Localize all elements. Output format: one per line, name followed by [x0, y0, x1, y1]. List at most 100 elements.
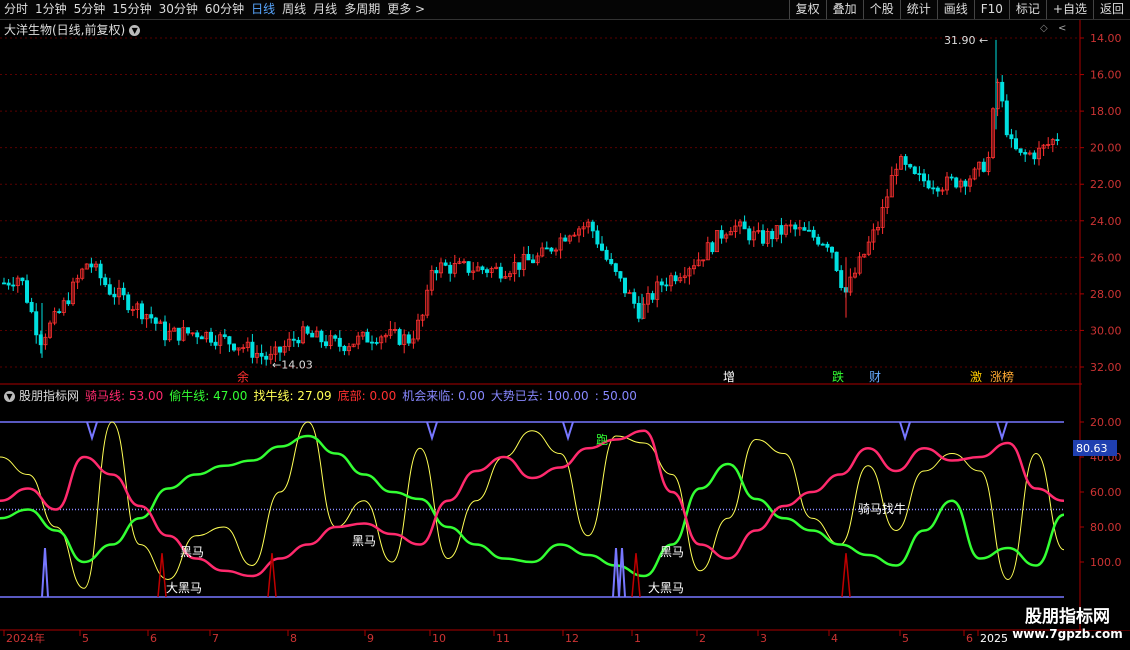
- candle: [572, 232, 577, 237]
- candle: [972, 167, 977, 181]
- candle: [130, 305, 135, 316]
- candle: [889, 166, 894, 198]
- candle: [1050, 137, 1055, 153]
- candle-body: [549, 247, 554, 252]
- candle: [977, 161, 982, 177]
- candle: [314, 326, 319, 338]
- candle: [84, 263, 89, 270]
- candle: [296, 336, 301, 348]
- candle: [397, 327, 402, 346]
- xaxis-label: 11: [496, 632, 510, 645]
- candle-body: [609, 258, 614, 265]
- candle-body: [761, 230, 766, 244]
- bottom-spike: [41, 547, 49, 598]
- candle: [586, 218, 591, 234]
- price-tick-label: 22.00: [1090, 178, 1122, 191]
- candle: [139, 300, 144, 325]
- xaxis-label: 9: [367, 632, 374, 645]
- candle-body: [365, 331, 370, 343]
- candle: [945, 171, 950, 195]
- candle: [756, 222, 761, 234]
- candle: [613, 262, 618, 276]
- xaxis-label: 5: [82, 632, 89, 645]
- candle: [282, 340, 287, 356]
- xaxis-label: 1: [634, 632, 641, 645]
- indicator-params: 骑马线: 53.00 偷牛线: 47.00 找牛线: 27.09 底部: 0.00 机会…: [79, 389, 637, 403]
- candle: [549, 247, 554, 255]
- indicator-param-6: : 50.00: [594, 389, 637, 403]
- ind-tick-label: 20.00: [1090, 416, 1122, 429]
- candle: [181, 319, 186, 342]
- candle: [328, 330, 333, 350]
- candle-body: [839, 270, 844, 288]
- candle-body: [484, 269, 489, 273]
- candle: [609, 253, 614, 266]
- candle-body: [954, 177, 959, 188]
- candle: [678, 272, 683, 283]
- candle: [761, 224, 766, 247]
- event-marker: 跌: [832, 369, 844, 384]
- price-tick-label: 32.00: [1090, 361, 1122, 374]
- candle-body: [650, 293, 655, 300]
- top-notch: [86, 421, 98, 442]
- candle: [438, 258, 443, 278]
- candle: [784, 223, 789, 238]
- candle: [443, 259, 448, 267]
- candle-body: [66, 300, 71, 305]
- event-marker: 增: [723, 370, 735, 384]
- candle: [484, 267, 489, 278]
- candle: [333, 334, 338, 342]
- chevron-down-icon[interactable]: ▼: [4, 391, 15, 402]
- candle: [779, 217, 784, 244]
- candle: [857, 252, 862, 276]
- candle: [498, 262, 503, 283]
- candle: [71, 277, 76, 306]
- candle: [236, 347, 241, 356]
- candle: [627, 289, 632, 295]
- candle-body: [162, 321, 167, 341]
- candle: [48, 320, 53, 339]
- candle: [687, 266, 692, 285]
- candle: [126, 291, 131, 313]
- indicator-annotation: 黑马: [660, 545, 684, 559]
- candle: [1000, 75, 1005, 108]
- candle: [434, 266, 439, 281]
- indicator-param-1: 偷牛线: 47.00: [169, 389, 248, 403]
- candle: [655, 275, 660, 308]
- candle: [425, 284, 430, 319]
- candle: [291, 331, 296, 347]
- indicator-param-5: 大势已去: 100.00: [490, 389, 589, 403]
- candle-body: [112, 293, 117, 298]
- price-tick-label: 18.00: [1090, 105, 1122, 118]
- candle: [600, 236, 605, 252]
- candle-body: [779, 225, 784, 235]
- candle-body: [963, 180, 968, 187]
- candle: [94, 261, 99, 271]
- candle-body: [1055, 139, 1060, 141]
- candle: [544, 241, 549, 250]
- candle: [692, 259, 697, 275]
- candle: [802, 222, 807, 231]
- candle: [153, 316, 158, 331]
- watermark-name: 股朋指标网: [1025, 607, 1110, 627]
- candle-body: [291, 338, 296, 341]
- price-tick-label: 28.00: [1090, 288, 1122, 301]
- candle: [107, 277, 112, 296]
- candle-body: [34, 311, 39, 336]
- candle: [241, 344, 246, 353]
- candle-body: [443, 262, 448, 266]
- candle: [696, 252, 701, 267]
- candle-body: [793, 224, 798, 230]
- candle: [908, 163, 913, 169]
- candle: [866, 236, 871, 257]
- candle: [195, 330, 200, 345]
- candle-body: [830, 246, 835, 253]
- candle-body: [613, 263, 618, 272]
- candle-body: [103, 277, 108, 286]
- candle: [388, 320, 393, 339]
- candle: [885, 188, 890, 215]
- indicator-annotation: 骑马找牛: [858, 501, 906, 516]
- candle-body: [820, 243, 825, 246]
- candle-body: [770, 230, 775, 240]
- candle: [1046, 137, 1051, 150]
